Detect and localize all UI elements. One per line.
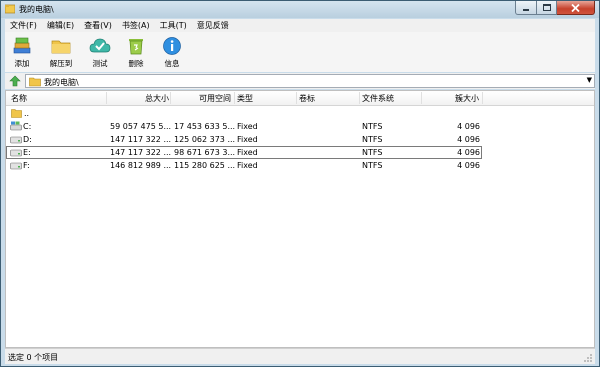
item-free-space: 125 062 373 ... <box>174 135 236 144</box>
item-cluster-size: 4 096 <box>457 122 480 131</box>
minimize-icon <box>523 8 529 11</box>
column-volume-label[interactable]: 卷标 <box>299 93 315 104</box>
window-controls <box>515 1 595 16</box>
item-name: D: <box>23 135 32 144</box>
item-name: E: <box>23 148 31 157</box>
item-cluster-size: 4 096 <box>457 161 480 170</box>
column-free-space[interactable]: 可用空间 <box>199 93 231 104</box>
item-free-space: 115 280 625 ... <box>174 161 236 170</box>
delete-label: 删除 <box>128 59 144 68</box>
toolbar: 添加 解压到 测试 删除 信息 <box>5 32 595 72</box>
status-text: 选定 0 个项目 <box>8 353 59 362</box>
column-divider[interactable] <box>234 92 235 104</box>
item-free-space: 17 453 633 5... <box>174 122 236 131</box>
maximize-button[interactable] <box>537 1 557 15</box>
drive-icon <box>10 149 22 157</box>
add-books-icon <box>13 37 31 54</box>
drive-icon <box>10 136 22 144</box>
list-item-drive[interactable]: E: 147 117 322 ... 98 671 673 3... Fixed… <box>6 146 482 159</box>
column-divider[interactable] <box>421 92 422 104</box>
column-divider[interactable] <box>359 92 360 104</box>
item-type: Fixed <box>237 161 258 170</box>
column-file-system[interactable]: 文件系统 <box>362 93 394 104</box>
close-button[interactable] <box>557 1 595 15</box>
column-divider[interactable] <box>296 92 297 104</box>
item-name: F: <box>23 161 30 170</box>
list-item-drive[interactable]: D: 147 117 322 ... 125 062 373 ... Fixed… <box>6 133 594 146</box>
test-label: 测试 <box>92 59 108 68</box>
maximize-icon <box>542 4 551 11</box>
title-bar[interactable]: 我的电脑\ <box>1 1 599 18</box>
menu-tools[interactable]: 工具(T) <box>155 19 192 32</box>
system-drive-icon <box>10 121 22 131</box>
address-bar: 我的电脑\ ▼ <box>5 73 595 89</box>
chevron-down-icon[interactable]: ▼ <box>587 76 592 84</box>
menu-bar: 文件(F) 编辑(E) 查看(V) 书签(A) 工具(T) 意见反馈 <box>5 19 595 32</box>
list-item-drive[interactable]: C: 59 057 475 5... 17 453 633 5... Fixed… <box>6 120 594 133</box>
app-icon <box>5 4 15 14</box>
column-divider[interactable] <box>106 92 107 104</box>
test-button[interactable]: 测试 <box>83 32 117 72</box>
item-type: Fixed <box>237 148 258 157</box>
column-total-size[interactable]: 总大小 <box>145 93 169 104</box>
item-file-system: NTFS <box>362 122 383 131</box>
folder-icon <box>51 40 71 54</box>
recycle-bin-icon <box>129 39 143 55</box>
extract-to-label: 解压到 <box>49 59 73 68</box>
column-header: 名称 总大小 可用空间 类型 卷标 文件系统 簇大小 <box>6 91 594 106</box>
column-divider[interactable] <box>482 92 483 104</box>
item-cluster-size: 4 096 <box>457 148 480 157</box>
extract-to-button[interactable]: 解压到 <box>41 32 81 72</box>
info-button[interactable]: 信息 <box>155 32 189 72</box>
info-icon <box>163 37 181 55</box>
up-folder-icon[interactable] <box>9 75 21 87</box>
column-divider[interactable] <box>170 92 171 104</box>
column-name[interactable]: 名称 <box>11 93 27 104</box>
cloud-check-icon <box>89 38 111 53</box>
menu-edit[interactable]: 编辑(E) <box>42 19 79 32</box>
menu-file[interactable]: 文件(F) <box>5 19 42 32</box>
resize-grip-icon[interactable] <box>583 353 593 363</box>
delete-button[interactable]: 删除 <box>119 32 153 72</box>
address-path: 我的电脑\ <box>44 78 79 87</box>
item-name: C: <box>23 122 32 131</box>
folder-icon <box>29 77 41 87</box>
menu-bookmarks[interactable]: 书签(A) <box>117 19 155 32</box>
item-file-system: NTFS <box>362 148 383 157</box>
status-bar: 选定 0 个项目 <box>5 348 595 364</box>
item-file-system: NTFS <box>362 161 383 170</box>
add-label: 添加 <box>14 59 30 68</box>
menu-view[interactable]: 查看(V) <box>79 19 117 32</box>
close-icon <box>571 3 580 12</box>
column-cluster-size[interactable]: 簇大小 <box>455 93 479 104</box>
item-free-space: 98 671 673 3... <box>174 148 236 157</box>
item-total-size: 147 117 322 ... <box>110 148 172 157</box>
item-total-size: 146 812 989 ... <box>110 161 172 170</box>
item-total-size: 59 057 475 5... <box>110 122 172 131</box>
item-type: Fixed <box>237 122 258 131</box>
item-name: .. <box>24 109 30 118</box>
parent-folder-icon <box>11 109 22 118</box>
item-type: Fixed <box>237 135 258 144</box>
list-item-parent[interactable]: .. <box>6 107 594 120</box>
item-cluster-size: 4 096 <box>457 135 480 144</box>
minimize-button[interactable] <box>515 1 537 15</box>
item-file-system: NTFS <box>362 135 383 144</box>
file-list[interactable]: 名称 总大小 可用空间 类型 卷标 文件系统 簇大小 .. C: 59 057 … <box>5 90 595 348</box>
menu-feedback[interactable]: 意见反馈 <box>192 19 234 32</box>
drive-icon <box>10 162 22 170</box>
list-item-drive[interactable]: F: 146 812 989 ... 115 280 625 ... Fixed… <box>6 159 594 172</box>
item-total-size: 147 117 322 ... <box>110 135 172 144</box>
add-button[interactable]: 添加 <box>5 32 39 72</box>
window-title: 我的电脑\ <box>19 5 54 14</box>
address-field[interactable]: 我的电脑\ ▼ <box>25 74 595 88</box>
application-window: 我的电脑\ 文件(F) 编辑(E) 查看(V) 书签(A) 工具(T) 意见反馈 <box>0 0 600 367</box>
column-type[interactable]: 类型 <box>237 93 253 104</box>
info-label: 信息 <box>164 59 180 68</box>
